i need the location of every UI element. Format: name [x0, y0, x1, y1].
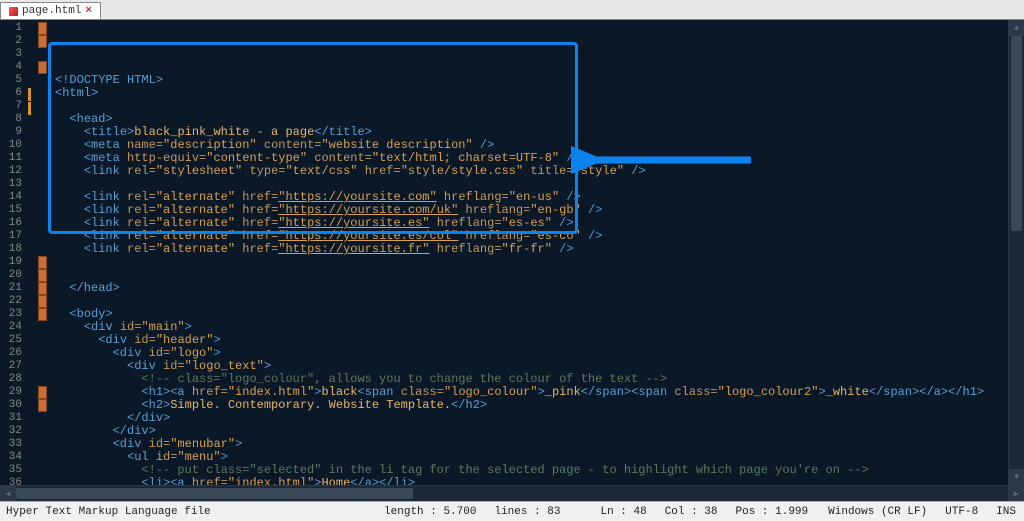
scroll-track-h[interactable] — [16, 486, 1008, 501]
tab-bar: page.html × — [0, 0, 1024, 20]
code-line[interactable]: <link rel="alternate" href="https://your… — [55, 243, 1004, 256]
html-file-icon — [9, 7, 18, 16]
change-marker — [28, 102, 31, 115]
scroll-thumb-v[interactable] — [1011, 36, 1022, 231]
code-content[interactable]: <!DOCTYPE HTML><html> <head> <title>blac… — [51, 20, 1008, 485]
status-ln: Ln : 48 — [600, 506, 646, 518]
vertical-scrollbar[interactable]: ▲ ▼ — [1008, 20, 1024, 485]
code-line[interactable]: </head> — [55, 282, 1004, 295]
code-line[interactable]: <li><a href="index.html">Home</a></li> — [55, 477, 1004, 485]
scroll-thumb-h[interactable] — [16, 488, 413, 499]
fold-toggle-icon[interactable] — [38, 35, 47, 48]
line-number: 11 — [0, 152, 22, 165]
line-number: 21 — [0, 282, 22, 295]
line-number: 4 — [0, 61, 22, 74]
code-line[interactable] — [55, 100, 1004, 113]
line-number: 36 — [0, 477, 22, 485]
line-number: 5 — [0, 74, 22, 87]
line-number: 28 — [0, 373, 22, 386]
code-line[interactable]: </div> — [55, 412, 1004, 425]
line-number: 34 — [0, 451, 22, 464]
line-number: 9 — [0, 126, 22, 139]
line-number: 31 — [0, 412, 22, 425]
fold-toggle-icon[interactable] — [38, 256, 47, 269]
status-encoding: UTF-8 — [945, 506, 978, 518]
line-number: 33 — [0, 438, 22, 451]
scroll-right-button[interactable]: ▶ — [1008, 486, 1024, 502]
line-number: 7 — [0, 100, 22, 113]
fold-toggle-icon[interactable] — [38, 308, 47, 321]
status-ins: INS — [996, 506, 1016, 518]
code-line[interactable] — [55, 295, 1004, 308]
fold-toggle-icon[interactable] — [38, 295, 47, 308]
code-line[interactable]: <body> — [55, 308, 1004, 321]
status-file-type: Hyper Text Markup Language file — [0, 506, 364, 518]
close-icon[interactable]: × — [85, 5, 92, 17]
line-number: 26 — [0, 347, 22, 360]
code-line[interactable] — [55, 269, 1004, 282]
editor-window: page.html × 1234567891011121314151617181… — [0, 0, 1024, 521]
scroll-down-button[interactable]: ▼ — [1009, 469, 1024, 485]
fold-toggle-icon[interactable] — [38, 22, 47, 35]
line-number: 16 — [0, 217, 22, 230]
line-number: 25 — [0, 334, 22, 347]
code-line[interactable]: <html> — [55, 87, 1004, 100]
file-tab[interactable]: page.html × — [0, 2, 101, 19]
line-number: 23 — [0, 308, 22, 321]
line-number: 12 — [0, 165, 22, 178]
fold-toggle-icon[interactable] — [38, 399, 47, 412]
code-line[interactable] — [55, 256, 1004, 269]
line-number-gutter: 1234567891011121314151617181920212223242… — [0, 20, 28, 485]
status-bar: Hyper Text Markup Language file length :… — [0, 501, 1024, 521]
code-line[interactable]: <!DOCTYPE HTML> — [55, 74, 1004, 87]
line-number: 10 — [0, 139, 22, 152]
line-number: 17 — [0, 230, 22, 243]
line-number: 29 — [0, 386, 22, 399]
line-number: 14 — [0, 191, 22, 204]
line-number: 1 — [0, 22, 22, 35]
code-area: 1234567891011121314151617181920212223242… — [0, 20, 1024, 485]
line-number: 6 — [0, 87, 22, 100]
scroll-left-button[interactable]: ◀ — [0, 486, 16, 502]
horizontal-scrollbar[interactable]: ◀ ▶ — [0, 485, 1024, 501]
code-line[interactable]: <h2>Simple. Contemporary. Website Templa… — [55, 399, 1004, 412]
status-pos: Pos : 1.999 — [736, 506, 809, 518]
line-number: 19 — [0, 256, 22, 269]
fold-toggle-icon[interactable] — [38, 386, 47, 399]
line-number: 20 — [0, 269, 22, 282]
line-number: 13 — [0, 178, 22, 191]
fold-column — [33, 20, 51, 485]
status-length: length : 5.700 — [384, 506, 476, 518]
line-number: 3 — [0, 48, 22, 61]
fold-toggle-icon[interactable] — [38, 269, 47, 282]
scroll-track-v[interactable] — [1009, 36, 1024, 469]
line-number: 22 — [0, 295, 22, 308]
line-number: 35 — [0, 464, 22, 477]
line-number: 32 — [0, 425, 22, 438]
scroll-up-button[interactable]: ▲ — [1009, 20, 1024, 36]
fold-toggle-icon[interactable] — [38, 282, 47, 295]
status-lines: lines : 83 — [494, 506, 560, 518]
line-number: 18 — [0, 243, 22, 256]
code-line[interactable]: <link rel="stylesheet" type="text/css" h… — [55, 165, 1004, 178]
line-number: 24 — [0, 321, 22, 334]
line-number: 27 — [0, 360, 22, 373]
tab-label: page.html — [22, 5, 81, 17]
status-col: Col : 38 — [665, 506, 718, 518]
line-number: 2 — [0, 35, 22, 48]
change-marker — [28, 88, 31, 101]
status-eol: Windows (CR LF) — [828, 506, 927, 518]
fold-toggle-icon[interactable] — [38, 61, 47, 74]
line-number: 15 — [0, 204, 22, 217]
line-number: 8 — [0, 113, 22, 126]
line-number: 30 — [0, 399, 22, 412]
